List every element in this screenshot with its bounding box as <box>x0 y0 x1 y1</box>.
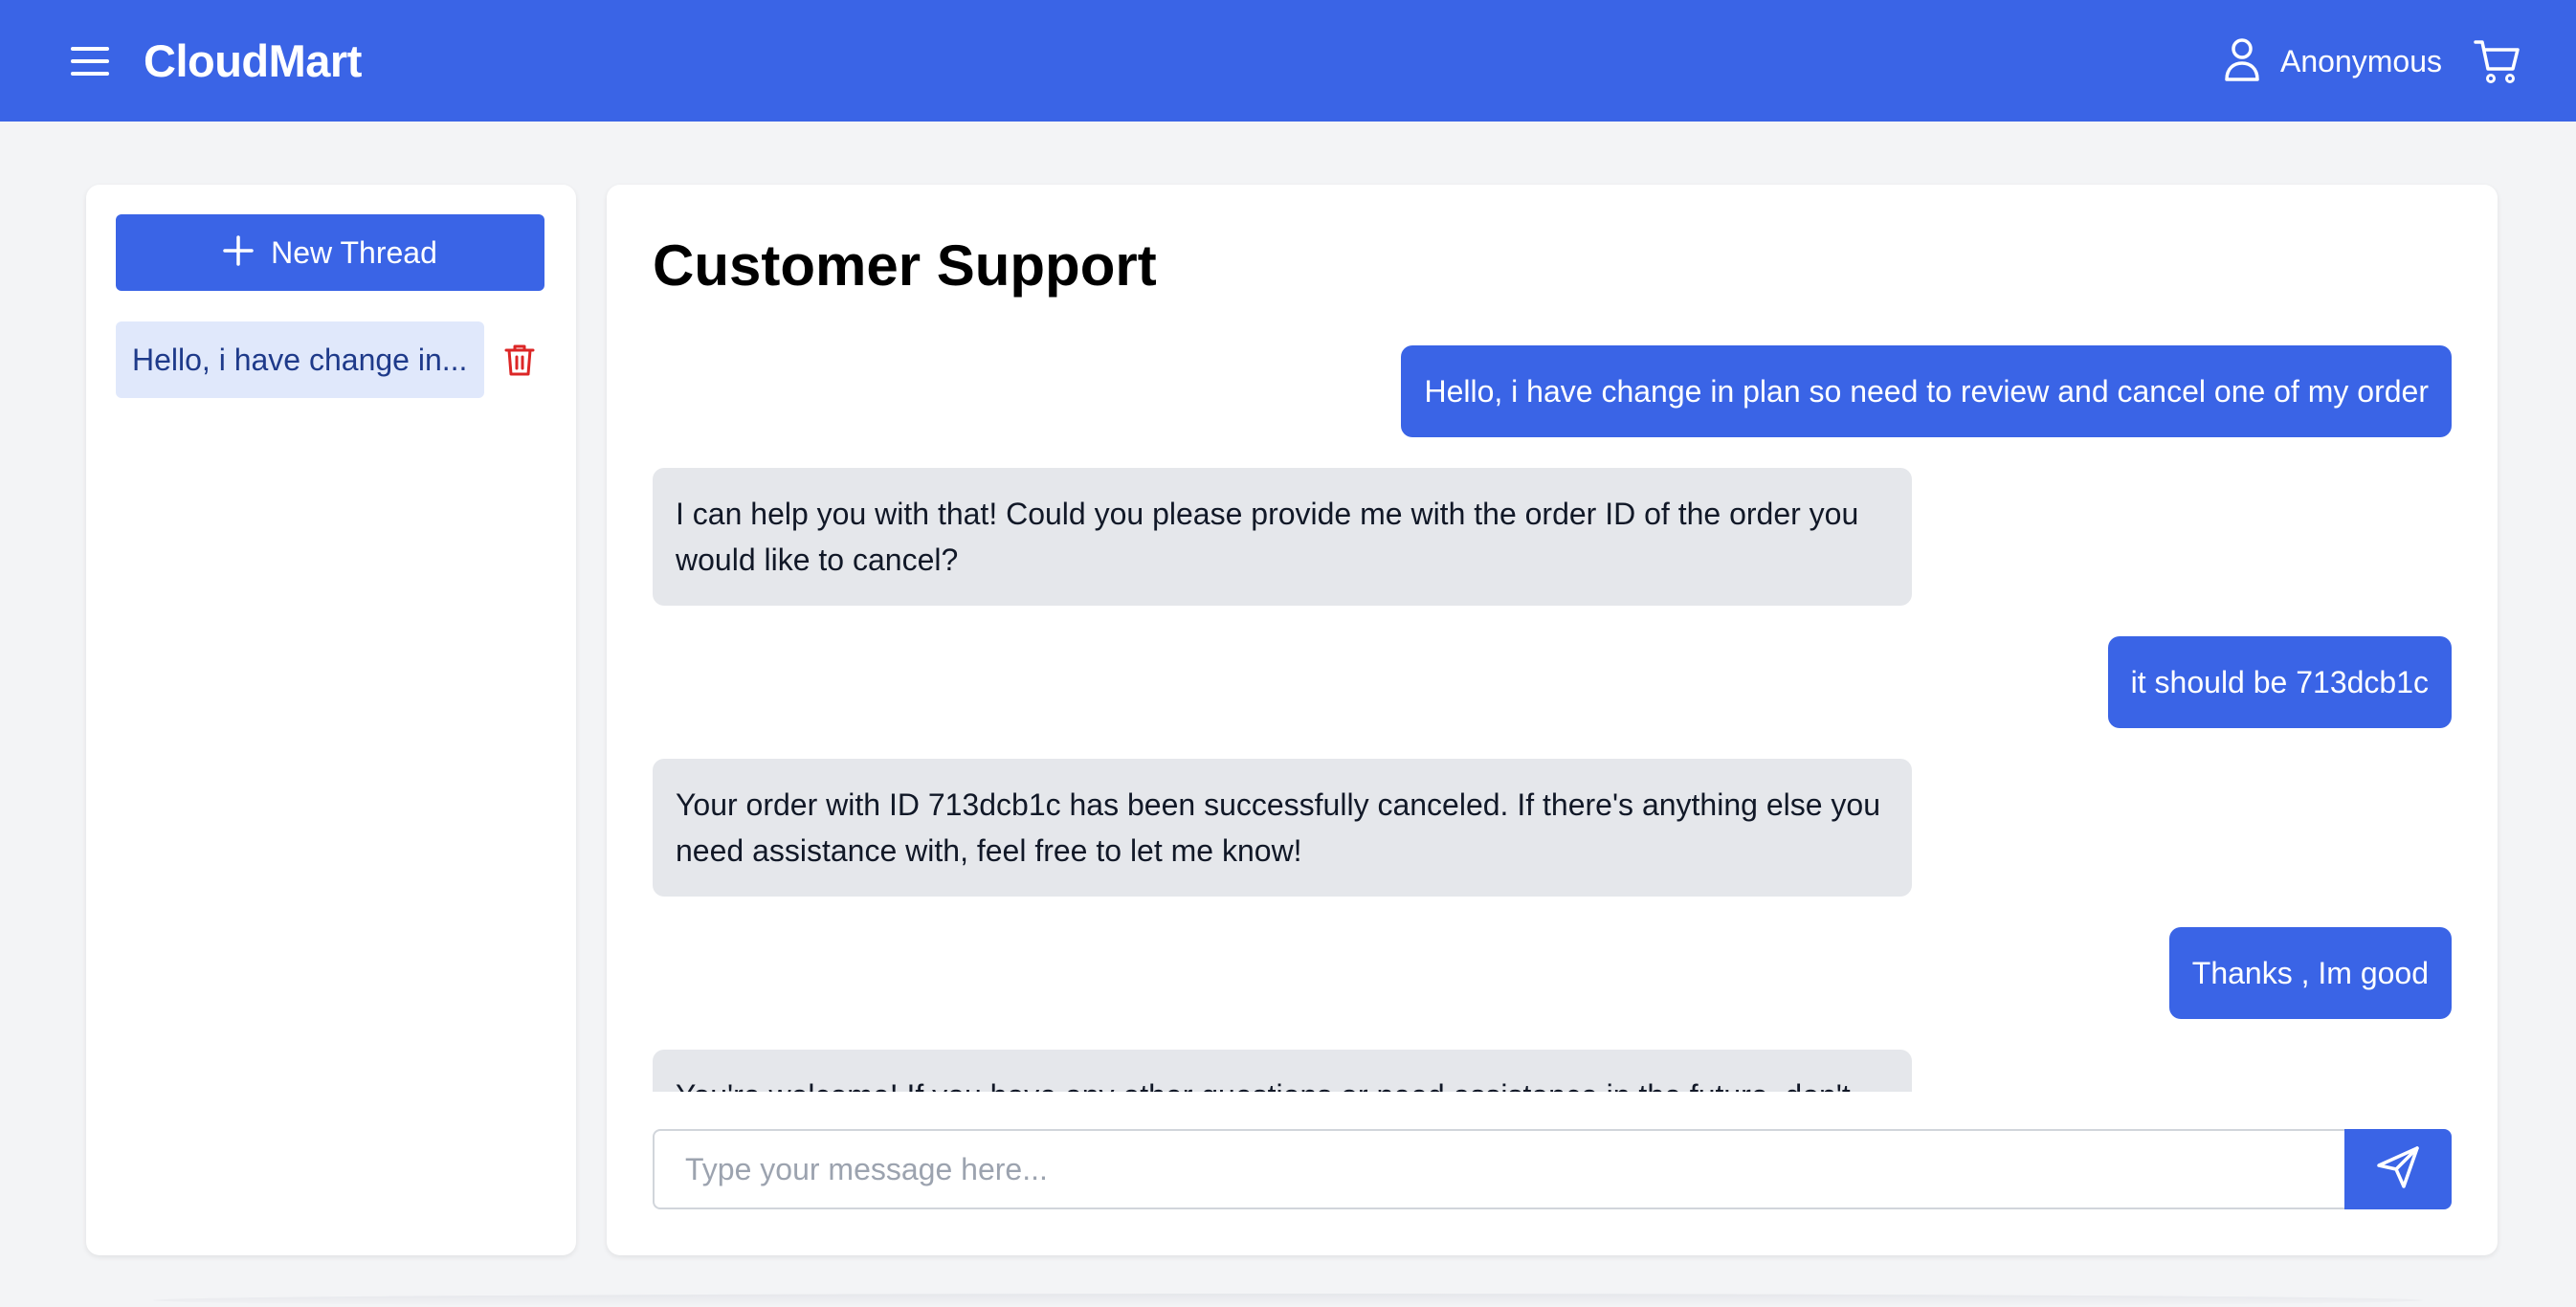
message-composer <box>653 1129 2452 1209</box>
new-thread-button[interactable]: New Thread <box>116 214 544 291</box>
user-message: it should be 713dcb1c <box>2107 636 2452 728</box>
user-message: Hello, i have change in plan so need to … <box>1401 345 2452 437</box>
shopping-cart-icon[interactable] <box>2473 36 2522 86</box>
page-bottom-shadow <box>153 1294 2423 1307</box>
trash-icon[interactable] <box>503 343 536 377</box>
send-button[interactable] <box>2344 1129 2452 1209</box>
assistant-message: You're welcome! If you have any other qu… <box>653 1050 1912 1092</box>
thread-sidebar: New Thread Hello, i have change in... <box>86 185 576 1255</box>
assistant-message: I can help you with that! Could you plea… <box>653 468 1912 606</box>
thread-list-item[interactable]: Hello, i have change in... <box>116 321 484 398</box>
user-icon <box>2223 36 2261 87</box>
hamburger-menu-icon[interactable] <box>69 40 111 82</box>
assistant-message: Your order with ID 713dcb1c has been suc… <box>653 759 1912 897</box>
user-message: Thanks , Im good <box>2168 927 2452 1019</box>
user-name-label: Anonymous <box>2280 44 2442 78</box>
brand-logo[interactable]: CloudMart <box>144 34 362 87</box>
plus-icon <box>223 234 254 271</box>
page-title: Customer Support <box>653 233 1157 298</box>
message-input[interactable] <box>653 1129 2346 1209</box>
message-list[interactable]: Hello, i have change in plan so need to … <box>653 345 2452 1092</box>
user-account-button[interactable]: Anonymous <box>2223 36 2442 87</box>
top-navigation-bar: CloudMart Anonymous <box>0 0 2576 122</box>
send-icon <box>2375 1144 2421 1195</box>
new-thread-label: New Thread <box>271 234 437 270</box>
chat-panel: Customer Support Hello, i have change in… <box>607 185 2498 1255</box>
